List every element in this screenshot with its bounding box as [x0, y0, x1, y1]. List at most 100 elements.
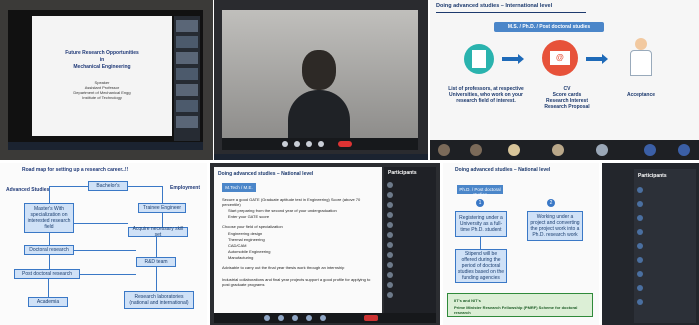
phd-tag: Ph.D. / Post doctoral studies [457, 185, 503, 197]
participant-row [637, 297, 693, 307]
participant-avatar [508, 144, 520, 156]
participant-row [387, 181, 433, 188]
paragraph-internship: Advisable to carry out the final year th… [222, 265, 345, 270]
taskbar [8, 142, 203, 150]
connector [49, 186, 50, 203]
avatar [387, 201, 393, 208]
laptop-screen: Future Research Opportunities in Mechani… [8, 10, 203, 150]
caption-cv: Research Proposal [544, 104, 590, 110]
participant-row [387, 251, 433, 258]
chat-icon[interactable] [318, 141, 324, 147]
step-number-2: 2 [549, 200, 553, 206]
connector [480, 237, 481, 249]
step-number: 1 [476, 199, 484, 207]
level-tag: M.S. / Ph.D. / Post doctoral studies [494, 22, 604, 32]
participants-icon[interactable] [306, 315, 312, 321]
participant-row [387, 201, 433, 208]
footer-line: IIT's and NIT's [454, 298, 481, 303]
acquire-box: Acquire necessary skill set [128, 226, 188, 238]
connector [162, 186, 163, 203]
participant-strip [174, 16, 200, 141]
participants-title: Participants [638, 173, 667, 179]
participant-row [637, 269, 693, 279]
participant-row [387, 221, 433, 228]
paragraph-collaborations: Industrial collaborations and final year… [222, 277, 371, 287]
mic-icon[interactable] [282, 141, 288, 147]
connector [49, 186, 88, 187]
avatar [637, 243, 643, 249]
participant-tile [176, 52, 198, 64]
project-box: Working under a project and converting t… [527, 211, 583, 241]
end-call-button[interactable] [338, 141, 352, 147]
avatar [387, 251, 393, 258]
participant-row [637, 227, 693, 237]
step-number: 2 [547, 199, 555, 207]
mic-icon[interactable] [264, 315, 270, 321]
mtech-tag: M.Tech / M.E. [222, 183, 256, 192]
participant-row [387, 231, 433, 238]
participant-row [387, 191, 433, 198]
participant-avatar [438, 144, 450, 156]
participants-title: Participants [388, 170, 417, 176]
participants-panel: Participants [384, 167, 436, 313]
panel-video-call [214, 0, 428, 160]
level-tag-label: M.S. / Ph.D. / Post doctoral studies [507, 24, 591, 30]
avatar [387, 191, 393, 198]
advanced-studies-label: Advanced Studies [6, 187, 50, 193]
caption-acceptance: Acceptance [626, 92, 656, 98]
trainee-box: Trainee Engineer [138, 203, 186, 213]
taskbar [214, 154, 428, 160]
participant-row [637, 241, 693, 251]
avatar [387, 211, 393, 218]
connector [49, 255, 50, 269]
participant-row [387, 241, 433, 248]
arrow-right-icon [602, 54, 608, 64]
slide-title-line2: in [99, 57, 105, 63]
footer-line: Prime Minister Research Fellowship (PMRF… [454, 305, 578, 315]
panel-participants: Participants [602, 163, 699, 325]
camera-icon[interactable] [278, 315, 284, 321]
academia-box: Academia [28, 297, 68, 307]
slide-title-line3: Mechanical Engineering [73, 64, 131, 70]
connector [162, 213, 163, 227]
avatar [387, 261, 393, 268]
camera-icon[interactable] [294, 141, 300, 147]
bullet: CAD/CAM [228, 243, 247, 248]
chat-icon[interactable] [320, 315, 326, 321]
connector [80, 274, 136, 275]
stipend-box: Stipend will be offered during the perio… [455, 249, 507, 283]
participant-avatar [470, 144, 482, 156]
paragraph-specialization: Choose your field of specialization [222, 224, 283, 229]
phd-tag-label: Ph.D. / Post doctoral studies [459, 187, 501, 197]
avatar [387, 281, 393, 288]
participant-row [637, 283, 693, 293]
participant-avatar [596, 144, 608, 156]
bullet: Start preparing from the second year of … [228, 208, 337, 213]
avatar [637, 299, 643, 305]
share-icon[interactable] [292, 315, 298, 321]
footer-box: IIT's and NIT's Prime Minister Research … [447, 293, 593, 317]
participant-row [387, 281, 433, 288]
avatar [637, 201, 643, 207]
participant-strip [430, 140, 699, 160]
participant-tile [176, 84, 198, 96]
connector [128, 186, 162, 187]
participant-row [637, 199, 693, 209]
header-rule [436, 12, 586, 13]
participant-tile [176, 68, 198, 80]
connector [156, 237, 157, 257]
research-labs-box: Research laboratories (national and inte… [124, 291, 194, 309]
share-icon[interactable] [306, 141, 312, 147]
bullet: Enter your GATE score [228, 214, 270, 219]
participant-row [637, 213, 693, 223]
participant-avatar [644, 144, 656, 156]
avatar [637, 215, 643, 221]
slide-area: Doing advanced studies – National level … [214, 167, 382, 313]
avatar [387, 181, 393, 188]
arrow-right-icon [518, 54, 524, 64]
participant-row [387, 211, 433, 218]
panel-laptop-slide: Future Research Opportunities in Mechani… [0, 0, 213, 160]
connector [49, 233, 50, 245]
leave-button[interactable] [364, 315, 378, 321]
slide-header: Doing advanced studies – National level [455, 167, 551, 173]
